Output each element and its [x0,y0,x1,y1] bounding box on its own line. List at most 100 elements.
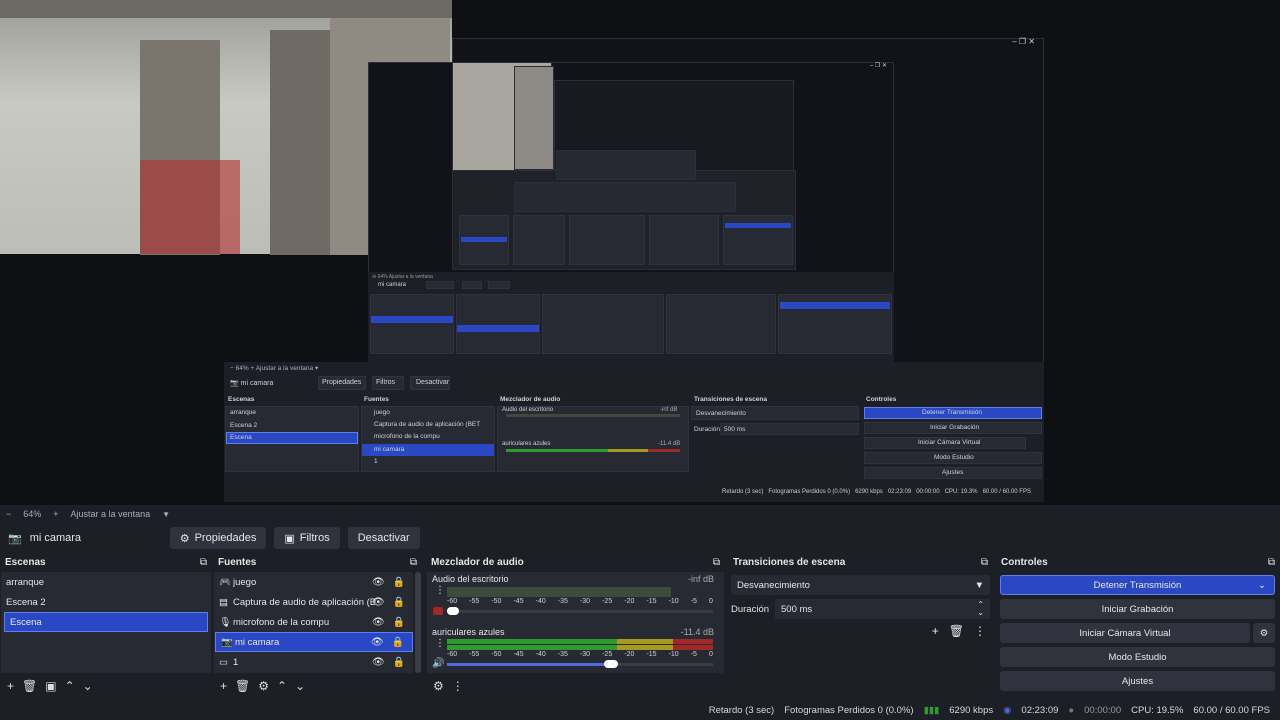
status-bar: Retardo (3 sec) Fotogramas Perdidos 0 (0… [0,700,1280,720]
db-tick-label: -40 [535,651,546,658]
record-time: 00:00:00 [1084,704,1122,716]
move-down-icon[interactable]: ⌄ [83,679,93,693]
eye-icon[interactable]: 👁 [372,597,385,608]
scene-item[interactable]: Escena 2 [1,592,211,612]
camera-icon: 📷 [8,532,22,545]
db-tick-label: -5 [690,598,697,605]
add-icon[interactable]: + [7,679,14,693]
filter-icon: ▣ [284,532,295,545]
deactivate-button[interactable]: Desactivar [347,527,420,549]
stop-stream-button[interactable]: Detener Transmisión ⌄ [1000,575,1275,595]
db-scale: -60 -55 -50 -45 -40 -35 -30 -25 -20 -15 -10 -5 0 [447,651,713,658]
db-tick-label: -10 [668,651,679,658]
db-tick-label: -60 [447,598,458,605]
zoom-level: 64% [23,509,42,519]
zoom-out-button[interactable]: − [6,509,11,519]
mixer-header: Mezclador de audio ⧉ [431,556,720,568]
selected-source-name: mi camara [29,532,82,544]
db-tick-label: -25 [602,651,613,658]
scene-item[interactable]: arranque [1,572,211,592]
properties-button[interactable]: ⚙ Propiedades [169,527,267,549]
db-scale: -60 -55 -50 -45 -40 -35 -30 -25 -20 -15 -10 -5 0 [447,598,713,605]
kebab-menu-icon[interactable]: ⋮ [452,679,464,693]
transition-select[interactable]: Desvanecimiento ▼ [731,575,990,595]
gear-icon: ⚙ [179,532,190,545]
lock-icon[interactable]: 🔒 [392,637,404,648]
audio-mixer-dock: Mezclador de audio ⧉ Audio del escritori… [427,554,724,699]
virtual-camera-settings-button[interactable]: ⚙ [1253,623,1275,643]
controls-dock: Controles ⧉ Detener Transmisión ⌄ Inicia… [997,554,1279,699]
db-tick-label: -40 [535,598,546,605]
muted-speaker-icon[interactable] [433,607,443,615]
gear-icon: ⚙ [1259,627,1269,639]
volume-slider[interactable] [447,610,713,613]
start-virtual-camera-button[interactable]: Iniciar Cámara Virtual [1000,623,1250,643]
kebab-menu-icon[interactable]: ⋮ [435,638,445,649]
nested-preview-5 [556,150,696,180]
eye-icon[interactable]: 👁 [372,657,385,668]
eye-icon[interactable]: 👁 [371,637,384,648]
eye-icon[interactable]: 👁 [372,617,385,628]
db-tick-label: -45 [513,598,524,605]
db-tick-label: -60 [447,651,458,658]
advanced-audio-icon[interactable]: ⚙ [433,679,444,693]
chevron-down-icon[interactable]: ▼ [162,510,170,519]
sources-scrollbar[interactable] [415,572,421,673]
db-tick-label: -20 [624,598,635,605]
db-tick-label: -20 [624,651,635,658]
display-icon: ▭ [219,656,228,668]
settings-button[interactable]: Ajustes [1000,671,1275,691]
scenes-list: arranque Escena 2 Escena [1,572,211,673]
lock-icon[interactable]: 🔒 [393,657,405,668]
db-tick-label: -15 [646,598,657,605]
source-item[interactable]: 🎮 juego 👁 🔒 [214,572,413,592]
dock-float-icon[interactable]: ⧉ [981,557,988,568]
preview-canvas[interactable]: – ❐ ✕ – ❐ ✕ ⊖ 64% Ajustar a la ventana m… [0,0,1280,505]
source-item-selected[interactable]: 📷 mi camara 👁 🔒 [215,632,413,652]
duration-input[interactable]: 500 ms ⌃ ⌄ [775,599,990,619]
kebab-menu-icon[interactable]: ⋮ [435,585,445,596]
volume-slider-handle[interactable] [604,660,618,668]
mixer-body: Audio del escritorio -inf dB ⋮ -60 -55 -50… [427,572,724,673]
lock-icon[interactable]: 🔒 [393,617,405,628]
stream-live-icon: ◉ [1003,704,1012,716]
trash-icon[interactable]: 🗑 [235,679,250,693]
volume-slider-fill [447,663,610,666]
mixer-toolbar: ⚙ ⋮ [427,673,724,699]
spinner-arrows-icon[interactable]: ⌃ ⌄ [977,601,984,617]
filters-button[interactable]: ▣ Filtros [274,527,340,549]
studio-mode-button[interactable]: Modo Estudio [1000,647,1275,667]
level-meter-2 [447,639,617,644]
move-down-icon[interactable]: ⌄ [295,679,305,693]
start-recording-button[interactable]: Iniciar Grabación [1000,599,1275,619]
move-up-icon[interactable]: ⌃ [65,679,75,693]
source-item[interactable]: ▭ 1 👁 🔒 [214,652,413,672]
dock-float-icon[interactable]: ⧉ [713,557,720,568]
chevron-down-icon[interactable]: ⌄ [1258,580,1266,591]
zoom-in-button[interactable]: + [53,509,58,519]
add-icon[interactable]: + [220,679,227,693]
lock-icon[interactable]: 🔒 [393,597,405,608]
chevron-down-icon: ▼ [974,579,984,591]
db-tick-label: 0 [708,651,713,658]
dock-float-icon[interactable]: ⧉ [410,557,417,568]
add-icon[interactable]: + [932,624,939,638]
db-tick-label: -25 [602,598,613,605]
source-item[interactable]: 🎙 microfono de la compu 👁 🔒 [214,612,413,632]
trash-icon[interactable]: 🗑 [949,624,964,638]
eye-icon[interactable]: 👁 [372,577,385,588]
trash-icon[interactable]: 🗑 [22,679,37,693]
kebab-menu-icon[interactable]: ⋮ [974,624,986,638]
dock-float-icon[interactable]: ⧉ [200,557,207,568]
scenes-toolbar: + 🗑 ▣ ⌃ ⌄ [1,673,211,699]
lock-icon[interactable]: 🔒 [393,577,405,588]
dock-float-icon[interactable]: ⧉ [1268,557,1275,568]
volume-slider-handle[interactable] [447,607,459,615]
fit-to-window-label: Ajustar a la ventana [70,509,151,519]
scene-item-selected[interactable]: Escena [4,612,208,632]
source-item[interactable]: ▤ Captura de audio de aplicación (BET 👁 🔒 [214,592,413,612]
speaker-icon[interactable]: 🔊 [432,658,444,669]
gear-icon[interactable]: ⚙ [258,679,269,693]
move-up-icon[interactable]: ⌃ [277,679,287,693]
filter-icon[interactable]: ▣ [45,679,56,693]
